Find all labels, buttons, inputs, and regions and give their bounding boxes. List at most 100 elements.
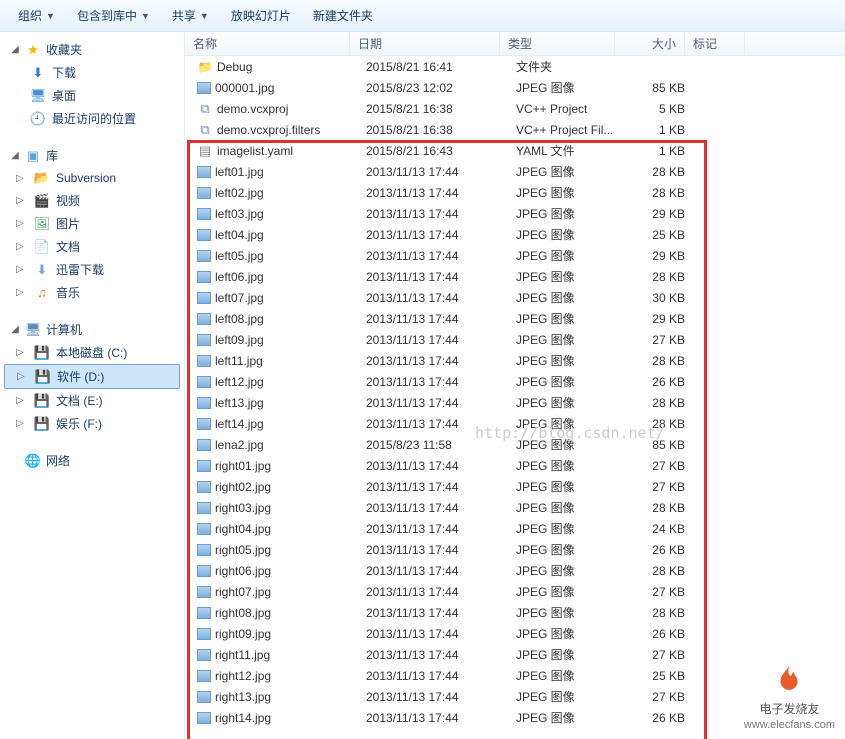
file-type: JPEG 图像 (508, 625, 623, 642)
sidebar-item[interactable]: ▷💾本地磁盘 (C:) (4, 341, 180, 364)
file-type: JPEG 图像 (508, 226, 623, 243)
jpg-icon (197, 565, 211, 577)
jpg-icon (197, 397, 211, 409)
toolbar-include[interactable]: 包含到库中 ▼ (67, 3, 160, 28)
dropdown-arrow-icon: ▼ (141, 11, 150, 21)
file-row[interactable]: left07.jpg2013/11/13 17:44JPEG 图像30 KB (185, 287, 845, 308)
file-date: 2013/11/13 17:44 (358, 627, 508, 641)
file-row[interactable]: left04.jpg2013/11/13 17:44JPEG 图像25 KB (185, 224, 845, 245)
sidebar-item[interactable]: ▷⬇迅雷下载 (4, 258, 180, 281)
file-date: 2013/11/13 17:44 (358, 585, 508, 599)
jpg-icon (197, 208, 211, 220)
file-row[interactable]: ⧉demo.vcxproj.filters2015/8/21 16:38VC++… (185, 119, 845, 140)
file-row[interactable]: left08.jpg2013/11/13 17:44JPEG 图像29 KB (185, 308, 845, 329)
file-size: 30 KB (623, 291, 693, 305)
file-row[interactable]: right03.jpg2013/11/13 17:44JPEG 图像28 KB (185, 497, 845, 518)
sidebar-item[interactable]: ▷📂Subversion (4, 167, 180, 189)
file-row[interactable]: right02.jpg2013/11/13 17:44JPEG 图像27 KB (185, 476, 845, 497)
file-size: 29 KB (623, 312, 693, 326)
expand-icon[interactable]: ▷ (16, 195, 26, 206)
sidebar-network-label: 网络 (46, 452, 70, 469)
expand-icon[interactable]: ▷ (16, 418, 26, 429)
sidebar-item[interactable]: ⬇下载 (4, 61, 180, 84)
sidebar-item[interactable]: ▷💾软件 (D:) (4, 364, 180, 389)
jpg-icon (197, 649, 211, 661)
sidebar-item[interactable]: ▷🎬视频 (4, 189, 180, 212)
file-row[interactable]: left12.jpg2013/11/13 17:44JPEG 图像26 KB (185, 371, 845, 392)
expand-icon[interactable]: ▷ (17, 371, 27, 382)
file-row[interactable]: left11.jpg2013/11/13 17:44JPEG 图像28 KB (185, 350, 845, 371)
sidebar-computer[interactable]: ◢ 🖥 计算机 (4, 318, 180, 341)
sidebar-item[interactable]: ▷💾娱乐 (F:) (4, 412, 180, 435)
file-row[interactable]: right07.jpg2013/11/13 17:44JPEG 图像27 KB (185, 581, 845, 602)
file-row[interactable]: left13.jpg2013/11/13 17:44JPEG 图像28 KB (185, 392, 845, 413)
toolbar-share[interactable]: 共享 ▼ (162, 3, 219, 28)
collapse-icon: ◢ (10, 45, 20, 55)
expand-icon[interactable]: ▷ (16, 218, 26, 229)
sidebar-item[interactable]: 🖥桌面 (4, 84, 180, 107)
file-size: 28 KB (623, 564, 693, 578)
file-row[interactable]: right06.jpg2013/11/13 17:44JPEG 图像28 KB (185, 560, 845, 581)
file-row[interactable]: 📁Debug2015/8/21 16:41文件夹 (185, 56, 845, 77)
file-row[interactable]: left03.jpg2013/11/13 17:44JPEG 图像29 KB (185, 203, 845, 224)
expand-icon[interactable]: ▷ (16, 241, 26, 252)
toolbar-slideshow[interactable]: 放映幻灯片 (221, 3, 301, 28)
column-size[interactable]: 大小 (615, 32, 685, 55)
file-row[interactable]: ▤imagelist.yaml2015/8/21 16:43YAML 文件1 K… (185, 140, 845, 161)
file-row[interactable]: right04.jpg2013/11/13 17:44JPEG 图像24 KB (185, 518, 845, 539)
file-date: 2015/8/21 16:43 (358, 144, 508, 158)
column-date[interactable]: 日期 (350, 32, 500, 55)
file-row[interactable]: left09.jpg2013/11/13 17:44JPEG 图像27 KB (185, 329, 845, 350)
file-name: left09.jpg (215, 333, 264, 347)
file-row[interactable]: left05.jpg2013/11/13 17:44JPEG 图像29 KB (185, 245, 845, 266)
sidebar: ◢ ★ 收藏夹 ⬇下载🖥桌面🕘最近访问的位置 ◢ ▣ 库 ▷📂Subversio… (0, 32, 185, 739)
sidebar-item[interactable]: ▷💾文档 (E:) (4, 389, 180, 412)
xl-icon: ⬇ (34, 262, 50, 278)
file-type: JPEG 图像 (508, 562, 623, 579)
file-row[interactable]: right01.jpg2013/11/13 17:44JPEG 图像27 KB (185, 455, 845, 476)
collapse-icon: ◢ (10, 151, 20, 161)
file-list[interactable]: http://blog.csdn.net/ 📁Debug2015/8/21 16… (185, 56, 845, 739)
expand-icon[interactable]: ▷ (16, 347, 26, 358)
column-tag[interactable]: 标记 (685, 32, 745, 55)
column-type[interactable]: 类型 (500, 32, 615, 55)
dl-icon: ⬇ (30, 65, 46, 81)
file-type: JPEG 图像 (508, 205, 623, 222)
file-date: 2013/11/13 17:44 (358, 333, 508, 347)
sidebar-favorites[interactable]: ◢ ★ 收藏夹 (4, 38, 180, 61)
toolbar-newfolder[interactable]: 新建文件夹 (303, 3, 383, 28)
file-row[interactable]: right09.jpg2013/11/13 17:44JPEG 图像26 KB (185, 623, 845, 644)
sidebar-item[interactable]: ▷📄文档 (4, 235, 180, 258)
expand-icon[interactable]: ▷ (16, 173, 26, 184)
file-row[interactable]: left02.jpg2013/11/13 17:44JPEG 图像28 KB (185, 182, 845, 203)
expand-icon[interactable]: ▷ (16, 264, 26, 275)
file-size: 25 KB (623, 228, 693, 242)
file-row[interactable]: left14.jpg2013/11/13 17:44JPEG 图像28 KB (185, 413, 845, 434)
file-row[interactable]: 000001.jpg2015/8/23 12:02JPEG 图像85 KB (185, 77, 845, 98)
sidebar-item[interactable]: ▷♫音乐 (4, 281, 180, 304)
jpg-icon (197, 376, 211, 388)
sidebar-item[interactable]: ▷🖼图片 (4, 212, 180, 235)
toolbar-organize[interactable]: 组织 ▼ (8, 3, 65, 28)
sidebar-item-label: 软件 (D:) (57, 368, 104, 385)
file-row[interactable]: left01.jpg2013/11/13 17:44JPEG 图像28 KB (185, 161, 845, 182)
sidebar-libraries[interactable]: ◢ ▣ 库 (4, 144, 180, 167)
file-row[interactable]: ⧉demo.vcxproj2015/8/21 16:38VC++ Project… (185, 98, 845, 119)
file-name: right06.jpg (215, 564, 271, 578)
expand-icon[interactable]: ▷ (16, 395, 26, 406)
file-row[interactable]: left06.jpg2013/11/13 17:44JPEG 图像28 KB (185, 266, 845, 287)
sidebar-libraries-label: 库 (46, 147, 58, 164)
desk-icon: 🖥 (30, 88, 46, 104)
file-row[interactable]: right08.jpg2013/11/13 17:44JPEG 图像28 KB (185, 602, 845, 623)
jpg-icon (197, 187, 211, 199)
file-row[interactable]: lena2.jpg2015/8/23 11:58JPEG 图像85 KB (185, 434, 845, 455)
file-row[interactable]: right05.jpg2013/11/13 17:44JPEG 图像26 KB (185, 539, 845, 560)
sidebar-item[interactable]: 🕘最近访问的位置 (4, 107, 180, 130)
column-name[interactable]: 名称 (185, 32, 350, 55)
file-date: 2015/8/23 12:02 (358, 81, 508, 95)
expand-icon[interactable]: ▷ (16, 287, 26, 298)
file-size: 28 KB (623, 165, 693, 179)
sidebar-network[interactable]: 🌐 网络 (4, 449, 180, 472)
file-date: 2013/11/13 17:44 (358, 375, 508, 389)
jpg-icon (197, 712, 211, 724)
